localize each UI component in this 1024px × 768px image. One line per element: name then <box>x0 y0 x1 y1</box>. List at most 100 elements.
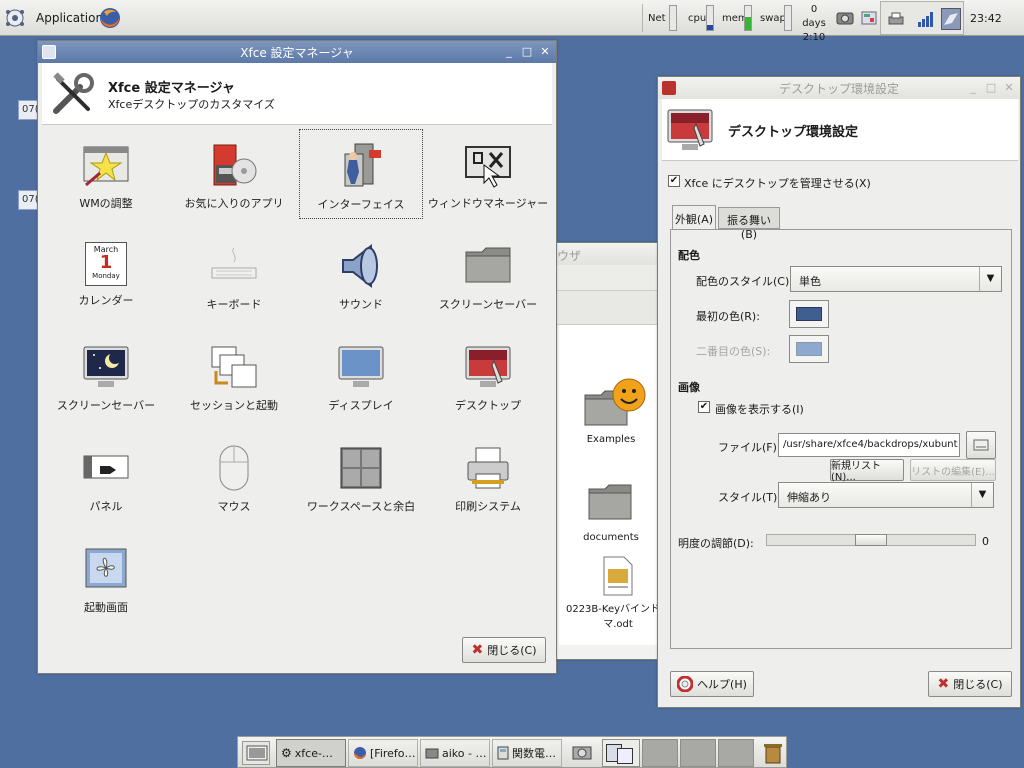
desktop-icon <box>667 109 713 150</box>
help-button-label[interactable]: ヘルプ(H) <box>697 676 747 692</box>
minimize-icon[interactable]: _ <box>502 44 516 59</box>
printer-icon <box>464 444 512 492</box>
close-button[interactable]: ✖ 閉じる(C) <box>928 671 1012 697</box>
show-image-label[interactable]: 画像を表示する(I) <box>715 401 804 417</box>
clock[interactable]: 23:42 <box>970 0 1002 36</box>
calendar-item[interactable]: March 1 Monday カレンダー <box>44 230 168 320</box>
workspace-4[interactable] <box>718 739 754 767</box>
xfce-menu-icon[interactable] <box>4 0 26 36</box>
file-item[interactable]: documents <box>583 479 639 543</box>
brightness-slider[interactable] <box>766 534 976 546</box>
file-path-input[interactable]: /usr/share/xfce4/backdrops/xubunt <box>778 433 960 457</box>
settings-manager-titlebar[interactable]: Xfce 設定マネージャ _ □ ✕ <box>38 41 556 63</box>
net-meter <box>669 0 677 36</box>
printer-tray-icon[interactable] <box>887 10 905 31</box>
sound-item[interactable]: サウンド <box>299 230 423 320</box>
swap-meter <box>784 0 792 36</box>
minimize-icon[interactable]: _ <box>966 80 980 95</box>
desktop-item[interactable]: デスクトップ <box>426 331 550 421</box>
screenshot-icon[interactable] <box>836 0 854 36</box>
second-color-label: 二番目の色(S): <box>696 345 771 358</box>
notification-icon[interactable] <box>860 0 878 36</box>
window-title: Xfce 設定マネージャ <box>240 45 354 60</box>
item-label: セッションと起動 <box>190 399 278 412</box>
task-button[interactable]: ⚙ xfce-… <box>276 739 346 767</box>
workspace-3[interactable] <box>680 739 716 767</box>
item-label: デスクトップ <box>455 399 521 412</box>
maximize-icon[interactable]: □ <box>520 44 534 59</box>
tab-behavior[interactable]: 振る舞い(B) <box>718 207 780 241</box>
close-icon[interactable]: ✕ <box>1002 80 1016 95</box>
task-button[interactable]: aiko - … <box>420 739 490 767</box>
wm-tweaks-item[interactable]: WMの調整 <box>44 129 168 219</box>
manage-desktop-checkbox[interactable]: ✔ <box>668 175 680 187</box>
keyboard-item[interactable]: キーボード <box>172 230 296 320</box>
cpu-label: cpu <box>688 12 707 24</box>
edit-list-button[interactable]: リストの編集(E)... <box>910 459 996 481</box>
wm-tweaks-icon <box>82 141 130 189</box>
screensaver-icon <box>464 242 512 290</box>
screensaver-monitor-icon <box>82 343 130 391</box>
show-image-checkbox[interactable]: ✔ <box>698 401 710 413</box>
calculator-icon <box>497 746 509 760</box>
new-list-button[interactable]: 新規リスト(N)... <box>830 459 904 483</box>
desktop-settings-titlebar[interactable]: デスクトップ環境設定 _ □ ✕ <box>658 77 1020 99</box>
interface-item[interactable]: インターフェイス <box>299 129 423 219</box>
image-file-icon <box>973 439 989 451</box>
mouse-item[interactable]: マウス <box>172 432 296 522</box>
network-signal-icon[interactable] <box>917 10 935 31</box>
item-label: WMの調整 <box>79 197 133 210</box>
task-button[interactable]: 関数電… <box>492 739 562 767</box>
first-color-swatch <box>796 307 822 321</box>
close-button[interactable]: ✖ 閉じる(C) <box>462 637 546 663</box>
workspace-1[interactable] <box>602 739 640 767</box>
desktop-settings-header: デスクトップ環境設定 <box>662 99 1018 161</box>
image-style-combo[interactable]: 伸縮あり ▼ <box>778 482 994 508</box>
close-button-label[interactable]: 閉じる(C) <box>487 642 536 658</box>
splash-item[interactable]: 起動画面 <box>44 533 168 623</box>
item-label: 起動画面 <box>84 601 128 614</box>
trash-icon[interactable] <box>762 741 784 768</box>
help-button[interactable]: ヘルプ(H) <box>670 671 754 697</box>
window-manager-item[interactable]: ウィンドウマネージャー <box>426 129 550 219</box>
task-button[interactable]: [Firefo… <box>348 739 418 767</box>
workspace-window-thumb <box>617 748 633 764</box>
file-item[interactable]: Examples <box>583 378 646 445</box>
window-menu-icon[interactable] <box>42 45 56 59</box>
session-item[interactable]: セッションと起動 <box>172 331 296 421</box>
close-icon[interactable]: ✕ <box>538 44 552 59</box>
preferred-apps-item[interactable]: お気に入りのアプリ <box>172 129 296 219</box>
tab-appearance[interactable]: 外観(A) <box>672 205 716 229</box>
workspace-2[interactable] <box>642 739 678 767</box>
firefox-launcher-icon[interactable] <box>98 0 122 36</box>
second-color-button[interactable] <box>789 335 829 363</box>
show-desktop-button[interactable] <box>242 741 270 765</box>
color-style-combo[interactable]: 単色 ▼ <box>790 266 1002 292</box>
file-label[interactable]: Examples <box>583 434 639 445</box>
desktop-switch-icon[interactable] <box>941 8 961 30</box>
manage-desktop-label[interactable]: Xfce にデスクトップを管理させる(X) <box>684 175 871 191</box>
maximize-icon[interactable]: □ <box>984 80 998 95</box>
screensaver-item[interactable]: スクリーンセーバー <box>426 230 550 320</box>
printer-item[interactable]: 印刷システム <box>426 432 550 522</box>
close-button-label[interactable]: 閉じる(C) <box>953 676 1002 692</box>
task-label: [Firefo… <box>370 746 416 760</box>
desktop-settings-window: デスクトップ環境設定 _ □ ✕ デスクトップ環境設定 ✔ Xfce にデスクト… <box>657 76 1021 708</box>
screensaver-monitor-item[interactable]: スクリーンセーバー <box>44 331 168 421</box>
display-item[interactable]: ディスプレイ <box>299 331 423 421</box>
first-color-button[interactable] <box>789 300 829 328</box>
document-icon <box>603 556 633 596</box>
show-desktop-icon <box>246 745 268 761</box>
screenshot-icon[interactable] <box>572 741 594 766</box>
panel-item[interactable]: パネル <box>44 432 168 522</box>
task-label: xfce-… <box>294 746 333 760</box>
item-label: キーボード <box>206 298 262 311</box>
workspaces-item[interactable]: ワークスペースと余白 <box>299 432 423 522</box>
browse-file-button[interactable] <box>966 431 996 459</box>
file-label[interactable]: documents <box>583 532 639 543</box>
mouse-icon <box>210 444 258 492</box>
window-menu-icon[interactable] <box>662 81 676 95</box>
close-x-icon: ✖ <box>937 676 950 692</box>
slider-handle[interactable] <box>855 534 887 546</box>
second-color-swatch <box>796 342 822 356</box>
